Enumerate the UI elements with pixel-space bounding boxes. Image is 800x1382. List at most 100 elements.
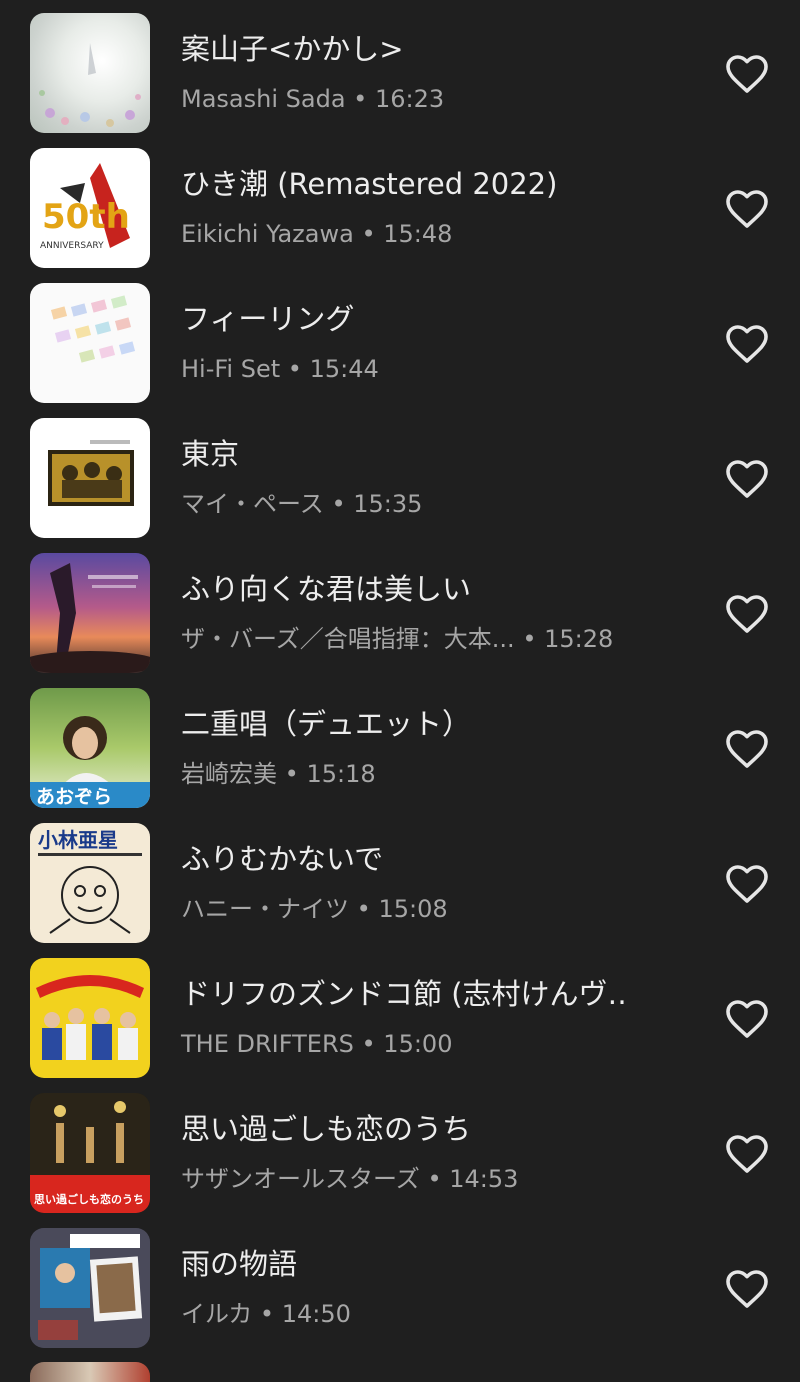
- favorite-button[interactable]: [723, 860, 771, 908]
- meta-separator: •: [427, 1165, 442, 1193]
- track-row[interactable]: あおぞら 二重唱（デュエット） 岩崎宏美 • 15:18: [0, 675, 800, 810]
- album-art: [30, 13, 150, 133]
- favorite-button[interactable]: [723, 455, 771, 503]
- track-duration: 14:50: [281, 1300, 351, 1328]
- favorite-button[interactable]: [723, 1130, 771, 1178]
- track-row[interactable]: 雨の物語 イルカ • 14:50: [0, 1215, 800, 1350]
- track-duration: 15:00: [383, 1030, 453, 1058]
- meta-separator: •: [331, 490, 346, 518]
- track-row[interactable]: ドリフのズンドコ節 (志村けんヴ‥ THE DRIFTERS • 15:00: [0, 945, 800, 1080]
- track-row[interactable]: ふり向くな君は美しい ザ・バーズ／合唱指揮：大本... • 15:28: [0, 540, 800, 675]
- band-photo-art-icon: [48, 440, 134, 506]
- track-artist: THE DRIFTERS: [181, 1030, 354, 1058]
- track-artist: Hi-Fi Set: [181, 355, 281, 383]
- svg-text:ANNIVERSARY: ANNIVERSARY: [40, 241, 104, 251]
- track-duration: 15:08: [378, 895, 448, 923]
- art-text: 思い過ごしも恋のうち: [34, 1192, 144, 1206]
- concert-art-icon: 思い過ごしも恋のうち: [30, 1093, 150, 1213]
- track-row[interactable]: フィーリング Hi-Fi Set • 15:44: [0, 270, 800, 405]
- track-duration: 14:53: [449, 1165, 519, 1193]
- caricature-art-icon: 小林亜星: [38, 828, 142, 934]
- art-text: 50th: [42, 197, 130, 237]
- track-artist: Eikichi Yazawa: [181, 220, 354, 248]
- track-row[interactable]: 小林亜星 ふりむかないで ハニー・ナイツ • 15:08: [0, 810, 800, 945]
- heart-outline-icon: [726, 325, 768, 363]
- track-duration: 16:23: [374, 85, 445, 113]
- favorite-button[interactable]: [723, 590, 771, 638]
- heart-outline-icon: [726, 1270, 768, 1308]
- track-meta: ザ・バーズ／合唱指揮：大本... • 15:28: [181, 622, 613, 656]
- meta-separator: •: [284, 760, 299, 788]
- track-row[interactable]: 東京 マイ・ペース • 15:35: [0, 405, 800, 540]
- heart-outline-icon: [726, 730, 768, 768]
- album-art: [30, 958, 150, 1078]
- track-title: ふりむかないで: [181, 842, 384, 876]
- track-artist: マイ・ペース: [181, 490, 324, 518]
- album-art: [30, 553, 150, 673]
- pastel-art-icon: [50, 295, 136, 363]
- anniversary-art-icon: 50th ANNIVERSARY: [35, 163, 145, 251]
- heart-outline-icon: [726, 190, 768, 228]
- favorite-button[interactable]: [723, 1265, 771, 1313]
- track-row[interactable]: 思い過ごしも恋のうち 思い過ごしも恋のうち サザンオールスターズ • 14:53: [0, 1080, 800, 1215]
- heart-outline-icon: [726, 1000, 768, 1038]
- heart-outline-icon: [726, 595, 768, 633]
- favorite-button[interactable]: [723, 995, 771, 1043]
- track-duration: 15:48: [383, 220, 453, 248]
- track-artist: イルカ: [181, 1300, 253, 1328]
- favorite-button[interactable]: [723, 320, 771, 368]
- collage-art-icon: [30, 1228, 150, 1348]
- favorite-button[interactable]: [723, 725, 771, 773]
- track-artist: Masashi Sada: [181, 85, 346, 113]
- track-meta: イルカ • 14:50: [181, 1297, 351, 1331]
- favorite-button[interactable]: [723, 185, 771, 233]
- track-title: 東京: [181, 437, 240, 471]
- track-duration: 15:18: [306, 760, 376, 788]
- album-art: 50th ANNIVERSARY: [30, 148, 150, 268]
- track-artist: ハニー・ナイツ: [181, 895, 349, 923]
- track-title: 思い過ごしも恋のうち: [181, 1112, 472, 1146]
- meta-separator: •: [259, 1300, 275, 1328]
- track-meta: ハニー・ナイツ • 15:08: [181, 892, 448, 926]
- track-artist: サザンオールスターズ: [181, 1165, 420, 1193]
- art-text: あおぞら: [36, 786, 112, 808]
- heart-outline-icon: [726, 1135, 768, 1173]
- album-art: 思い過ごしも恋のうち: [30, 1093, 150, 1213]
- heart-outline-icon: [726, 460, 768, 498]
- track-duration: 15:44: [309, 355, 379, 383]
- track-title: 雨の物語: [181, 1247, 298, 1281]
- album-art: [30, 1228, 150, 1348]
- meta-separator: •: [361, 1030, 376, 1058]
- track-artist: 岩崎宏美: [181, 760, 277, 788]
- meta-separator: •: [361, 220, 376, 248]
- track-title: 案山子<かかし>: [181, 32, 404, 66]
- album-art: [30, 283, 150, 403]
- track-meta: Masashi Sada • 16:23: [181, 82, 444, 116]
- track-artist: ザ・バーズ／合唱指揮：大本...: [181, 625, 515, 653]
- album-art: あおぞら: [30, 688, 150, 808]
- track-meta: Hi-Fi Set • 15:44: [181, 352, 379, 386]
- track-title: フィーリング: [181, 302, 355, 336]
- drifters-art-icon: [36, 975, 144, 1060]
- track-title: ひき潮 (Remastered 2022): [181, 167, 558, 201]
- track-row[interactable]: 案山子<かかし> Masashi Sada • 16:23: [0, 0, 800, 135]
- track-title: ドリフのズンドコ節 (志村けんヴ‥: [181, 977, 627, 1011]
- track-meta: サザンオールスターズ • 14:53: [181, 1162, 518, 1196]
- album-art-partial: [30, 1362, 150, 1382]
- track-duration: 15:28: [544, 625, 614, 653]
- track-row[interactable]: 50th ANNIVERSARY ひき潮 (Remastered 2022) E…: [0, 135, 800, 270]
- meta-separator: •: [356, 895, 371, 923]
- art-text: 小林亜星: [38, 828, 118, 852]
- track-meta: 岩崎宏美 • 15:18: [181, 757, 376, 791]
- track-meta: マイ・ペース • 15:35: [181, 487, 422, 521]
- album-art: 小林亜星: [30, 823, 150, 943]
- track-title: 二重唱（デュエット）: [181, 707, 472, 741]
- track-meta: Eikichi Yazawa • 15:48: [181, 217, 452, 251]
- track-duration: 15:35: [353, 490, 423, 518]
- meta-separator: •: [353, 85, 368, 113]
- favorite-button[interactable]: [723, 50, 771, 98]
- heart-outline-icon: [726, 865, 768, 903]
- portrait-art-icon: あおぞら: [30, 716, 150, 808]
- flowers-art-icon: [39, 43, 141, 127]
- meta-separator: •: [522, 625, 537, 653]
